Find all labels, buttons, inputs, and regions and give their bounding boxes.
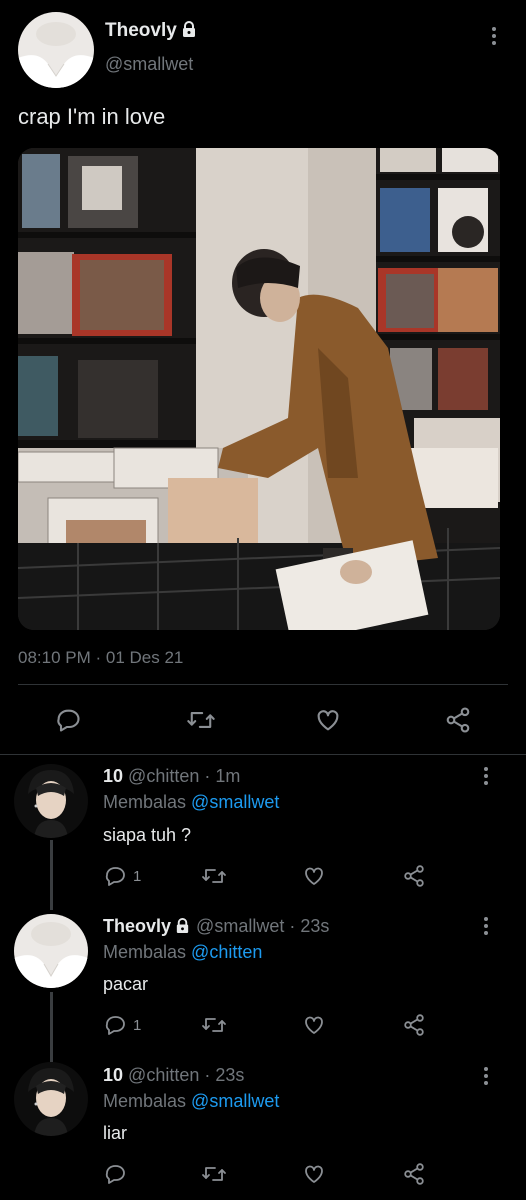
reply-display-name[interactable]: 10	[103, 1065, 123, 1085]
retweet-icon[interactable]	[201, 864, 227, 888]
reply-header: 10 @chitten · 23s	[103, 1065, 244, 1086]
reply-icon[interactable]	[103, 1162, 127, 1186]
tweet-timestamp[interactable]: 08:10 PM · 01 Des 21	[18, 648, 183, 668]
thread-line	[50, 840, 53, 910]
retweet-icon[interactable]	[201, 1162, 227, 1186]
reply-display-name[interactable]: 10	[103, 766, 123, 786]
reply-display-name[interactable]: Theovly	[103, 916, 171, 936]
lock-icon	[174, 917, 191, 939]
more-options-icon[interactable]	[476, 764, 496, 788]
reply-time[interactable]: · 1m	[204, 766, 240, 786]
author-avatar[interactable]	[18, 12, 94, 88]
author-handle[interactable]: @smallwet	[105, 54, 193, 75]
reply-time[interactable]: · 23s	[289, 916, 329, 936]
heart-icon[interactable]	[302, 1162, 326, 1186]
reply-text: pacar	[103, 974, 149, 994]
heart-icon[interactable]	[314, 706, 342, 734]
replying-label: Membalas	[103, 1091, 187, 1111]
replying-to: Membalas @smallwet	[103, 792, 279, 813]
reply-icon[interactable]: 1	[103, 864, 141, 888]
divider	[18, 684, 508, 685]
reply-handle[interactable]: @smallwet	[196, 916, 284, 936]
reply-avatar[interactable]	[14, 1062, 88, 1136]
replying-label: Membalas	[103, 942, 187, 962]
replying-to-handle[interactable]: @smallwet	[191, 1091, 279, 1111]
reply-avatar[interactable]	[14, 914, 88, 988]
reply-handle[interactable]: @chitten	[128, 1065, 199, 1085]
heart-icon[interactable]	[302, 1013, 326, 1037]
tweet-photo[interactable]	[18, 148, 500, 630]
reply-text: liar	[103, 1123, 128, 1143]
tweet-text: crap I'm in love	[18, 104, 166, 129]
reply-count: 1	[133, 867, 142, 885]
replying-to-handle[interactable]: @chitten	[191, 942, 262, 962]
reply-text: siapa tuh ?	[103, 825, 192, 845]
lock-icon	[180, 20, 198, 44]
reply-header: Theovly @smallwet · 23s	[103, 916, 329, 939]
retweet-icon[interactable]	[186, 706, 216, 734]
more-options-icon[interactable]	[476, 1064, 496, 1088]
replying-label: Membalas	[103, 792, 187, 812]
display-name-text: Theovly	[105, 20, 177, 41]
more-options-icon[interactable]	[476, 914, 496, 938]
thread-line	[50, 992, 53, 1062]
heart-icon[interactable]	[302, 864, 326, 888]
reply-time[interactable]: · 23s	[204, 1065, 244, 1085]
reply-header: 10 @chitten · 1m	[103, 766, 240, 787]
reply-icon[interactable]: 1	[103, 1013, 141, 1037]
reply-handle[interactable]: @chitten	[128, 766, 199, 786]
author-display-name[interactable]: Theovly	[105, 20, 198, 44]
retweet-icon[interactable]	[201, 1013, 227, 1037]
share-icon[interactable]	[402, 864, 426, 888]
replying-to: Membalas @chitten	[103, 942, 262, 963]
reply-icon[interactable]	[54, 706, 82, 734]
share-icon[interactable]	[402, 1013, 426, 1037]
divider	[0, 754, 526, 755]
share-icon[interactable]	[402, 1162, 426, 1186]
reply-avatar[interactable]	[14, 764, 88, 838]
reply-count: 1	[133, 1016, 142, 1034]
replying-to-handle[interactable]: @smallwet	[191, 792, 279, 812]
share-icon[interactable]	[444, 706, 472, 734]
more-options-icon[interactable]	[484, 24, 504, 48]
replying-to: Membalas @smallwet	[103, 1091, 279, 1112]
